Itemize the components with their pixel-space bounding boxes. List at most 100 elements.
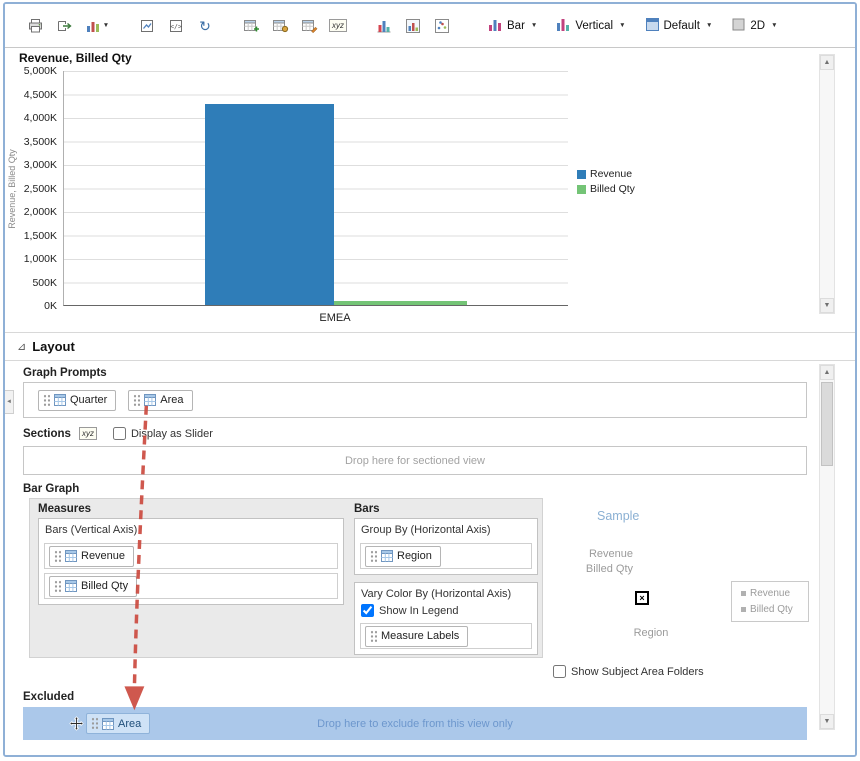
bar-type-icon [488, 17, 503, 35]
graph-subtype-dropdown[interactable]: Vertical ▼ [556, 17, 626, 35]
bar-view-icon[interactable] [374, 17, 394, 35]
scroll-down-icon[interactable]: ▼ [820, 714, 834, 729]
graph-type-dropdown[interactable]: Bar ▼ [488, 17, 537, 35]
scatter-chart-view-icon[interactable] [432, 17, 452, 35]
sample-axis-marker-icon: × [635, 591, 649, 605]
bar-graph-label: Bar Graph [23, 483, 80, 495]
column-grid-icon [144, 394, 157, 406]
y-tick-label: 1,000K [23, 253, 57, 265]
vary-color-slot[interactable]: Measure Labels [360, 623, 532, 649]
2d-effect-icon [731, 17, 746, 35]
chevron-down-icon: ▼ [530, 22, 538, 29]
legend-label-billed-qty: Billed Qty [590, 183, 635, 195]
excluded-dropzone-text: Drop here to exclude from this view only [317, 717, 513, 730]
y-tick-label: 4,000K [23, 112, 57, 124]
legend-square-icon [741, 607, 746, 612]
field-pill-billed-qty[interactable]: Billed Qty [49, 575, 138, 597]
chevron-down-icon: ▼ [771, 22, 778, 29]
default-style-icon [645, 17, 660, 35]
collapse-layout-icon[interactable]: ⊿ [17, 340, 26, 353]
layout-scrollbar[interactable]: ▲ ▼ [819, 364, 835, 730]
preview-icon[interactable] [137, 17, 157, 35]
new-group-icon[interactable] [270, 17, 290, 35]
drag-handle-icon [133, 393, 141, 407]
column-grid-icon [54, 394, 66, 406]
graph-editor-window: ▼ </> ↻ xyz Bar ▼ Vertical ▼ Default ▼ 2… [3, 2, 857, 757]
excluded-dropzone[interactable]: Drop here to exclude from this view only… [23, 707, 807, 740]
scroll-down-icon[interactable]: ▼ [820, 298, 834, 313]
y-tick-label: 4,500K [23, 88, 57, 101]
field-pill-label: Measure Labels [381, 630, 460, 642]
show-subject-area-folders-label: Show Subject Area Folders [571, 665, 704, 678]
measure-slot[interactable]: Revenue [44, 543, 338, 569]
sections-row: Sections xyz Display as Slider [23, 427, 213, 440]
sample-legend-item: Revenue [736, 588, 804, 599]
svg-text:</>: </> [170, 22, 182, 30]
billed-qty-swatch-icon [577, 184, 586, 194]
collapse-left-icon: ◄ [6, 399, 12, 405]
collapse-pane-handle[interactable]: ◄ [5, 390, 14, 414]
sections-xyz-icon[interactable]: xyz [78, 427, 97, 440]
refresh-icon[interactable]: ↻ [195, 17, 215, 35]
new-calculated-item-icon[interactable] [299, 17, 319, 35]
drag-handle-icon [54, 579, 61, 593]
chart-legend: Revenue Billed Qty [577, 168, 635, 195]
scroll-up-icon[interactable]: ▲ [820, 55, 834, 70]
graph-style-dropdown[interactable]: Default ▼ [645, 17, 712, 35]
scrollbar-thumb[interactable] [821, 382, 833, 466]
group-by-slot[interactable]: Region [360, 543, 532, 569]
field-pill-revenue[interactable]: Revenue [49, 545, 135, 567]
field-pill-area[interactable]: Area [128, 389, 193, 411]
column-grid-icon [65, 550, 77, 562]
bars-panel: Bars Group By (Horizontal Axis) Region V… [354, 503, 538, 655]
field-pill-area-dragged[interactable]: Area [86, 713, 151, 734]
field-pill-label: Quarter [70, 394, 108, 406]
drag-handle-icon [54, 549, 61, 563]
chart-scrollbar[interactable]: ▲ ▼ [819, 54, 835, 314]
move-cursor-icon [69, 716, 84, 731]
excluded-label: Excluded [23, 691, 75, 703]
measures-box: Bars (Vertical Axis) Revenue Billed Qty [38, 518, 344, 605]
graph-effect-dropdown[interactable]: 2D ▼ [731, 17, 778, 35]
measures-axis-title: Bars (Vertical Axis) [45, 524, 138, 536]
show-subject-area-folders-option[interactable]: Show Subject Area Folders [553, 665, 704, 678]
bar-revenue[interactable] [205, 103, 334, 305]
show-in-legend-option[interactable]: Show In Legend [360, 603, 532, 619]
legend-item-revenue: Revenue [577, 168, 635, 180]
chart-type-menu-icon[interactable]: ▼ [83, 17, 111, 35]
field-pill-label: Billed Qty [81, 580, 129, 592]
chart-title: Revenue, Billed Qty [19, 51, 132, 65]
export-icon[interactable] [54, 17, 74, 35]
edit-xml-icon[interactable]: </> [166, 17, 186, 35]
graph-effect-label: 2D [750, 19, 766, 32]
field-pill-label: Region [397, 550, 432, 562]
field-pill-region[interactable]: Region [365, 545, 441, 567]
group-by-title: Group By (Horizontal Axis) [361, 524, 491, 536]
framed-chart-view-icon[interactable] [403, 17, 423, 35]
display-as-slider-checkbox[interactable] [112, 427, 126, 440]
abc-labels-icon[interactable]: xyz [328, 17, 348, 35]
bar-billed-qty[interactable] [333, 301, 468, 305]
print-icon[interactable] [25, 17, 45, 35]
display-as-slider-option[interactable]: Display as Slider [112, 427, 213, 440]
measures-header: Measures [38, 503, 92, 515]
graph-type-label: Bar [507, 19, 525, 32]
field-pill-measure-labels[interactable]: Measure Labels [365, 625, 469, 647]
sample-measure-revenue: Revenue [588, 548, 633, 560]
legend-label-revenue: Revenue [590, 168, 633, 180]
graph-subtype-label: Vertical [575, 19, 614, 32]
field-pill-quarter[interactable]: Quarter [38, 389, 117, 411]
legend-item-billed-qty: Billed Qty [577, 183, 635, 195]
y-tick-label: 3,000K [23, 159, 57, 171]
new-measure-column-icon[interactable] [241, 17, 261, 35]
measure-slot[interactable]: Billed Qty [44, 573, 338, 599]
drag-handle-icon [43, 393, 50, 407]
show-in-legend-checkbox[interactable] [361, 604, 374, 617]
scroll-up-icon[interactable]: ▲ [820, 365, 834, 380]
sample-legend-box: Revenue Billed Qty [731, 581, 809, 622]
y-tick-label: 5,000K [23, 65, 57, 77]
show-subject-area-folders-checkbox[interactable] [553, 665, 566, 678]
layout-title: Layout [32, 339, 75, 354]
sections-dropzone[interactable]: Drop here for sectioned view [23, 446, 807, 475]
graph-prompts-dropzone[interactable]: Quarter Area [23, 382, 807, 418]
